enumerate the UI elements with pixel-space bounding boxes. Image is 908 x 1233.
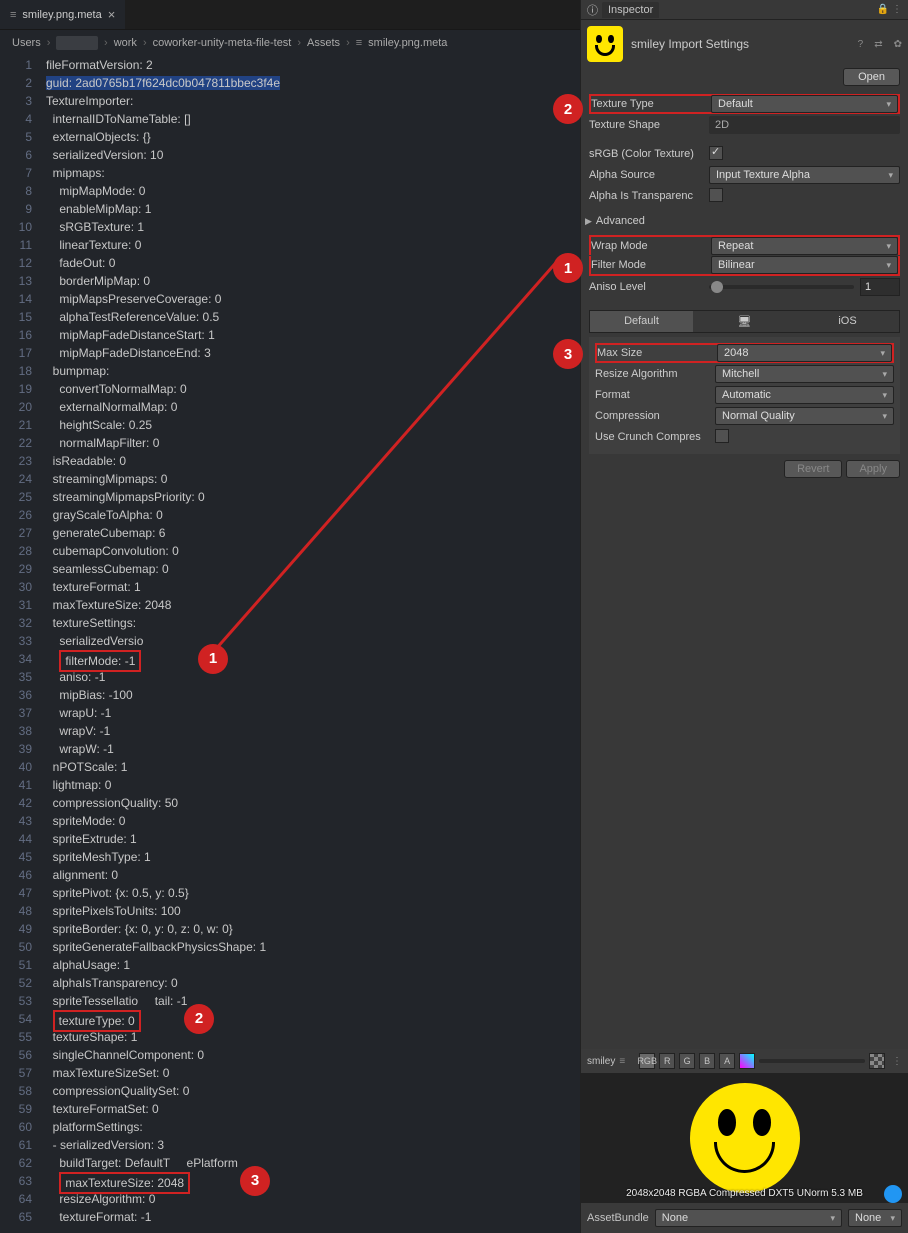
editor-tab-bar: ≡ smiley.png.meta × <box>0 0 580 30</box>
advanced-label: Advanced <box>596 215 645 227</box>
filter-dropdown[interactable]: Bilinear <box>711 256 898 274</box>
crunch-label: Use Crunch Compres <box>595 431 715 443</box>
alpha-source-dropdown[interactable]: Input Texture Alpha <box>709 166 900 184</box>
texture-type-row: Texture Type Default <box>589 94 900 114</box>
mipmap-icon[interactable] <box>739 1053 755 1069</box>
bundle-variant-dropdown[interactable]: None <box>848 1209 902 1227</box>
code-lines[interactable]: fileFormatVersion: 2guid: 2ad0765b17f624… <box>46 56 580 1233</box>
channel-b[interactable]: B <box>699 1053 715 1069</box>
aniso-input[interactable] <box>860 278 900 296</box>
resize-label: Resize Algorithm <box>595 368 715 380</box>
texture-type-dropdown[interactable]: Default <box>711 95 898 113</box>
preset-icon[interactable]: ⇄ <box>874 39 882 50</box>
max-size-dropdown[interactable]: 2048 <box>717 344 892 362</box>
channel-g[interactable]: G <box>679 1053 695 1069</box>
settings-icon[interactable]: ✿ <box>894 39 902 50</box>
preview-menu-icon[interactable]: ⋮ <box>892 1056 902 1067</box>
apply-button[interactable]: Apply <box>846 460 900 478</box>
inspector-header: smiley Import Settings ? ⇄ ✿ <box>581 20 908 68</box>
cloud-icon[interactable] <box>884 1185 902 1203</box>
preview-image: 2048x2048 RGBA Compressed DXT5 UNorm 5.3… <box>581 1073 908 1203</box>
breadcrumb: Users› ›work›coworker-unity-meta-file-te… <box>0 30 580 56</box>
aniso-slider[interactable] <box>709 285 854 289</box>
platform-tab-ios[interactable]: iOS <box>796 311 899 332</box>
callout-2: 2 <box>553 94 583 124</box>
compression-label: Compression <box>595 410 715 422</box>
preview-caption: 2048x2048 RGBA Compressed DXT5 UNorm 5.3… <box>581 1188 908 1199</box>
aniso-label: Aniso Level <box>589 281 709 293</box>
alpha-trans-checkbox[interactable] <box>709 188 723 202</box>
texture-shape-row: Texture Shape 2D <box>589 115 900 135</box>
code-editor-pane: ≡ smiley.png.meta × Users› ›work›coworke… <box>0 0 580 1233</box>
resize-dropdown[interactable]: Mitchell <box>715 365 894 383</box>
preview-footer: smiley ≡ RGB R G B A ⋮ 2048x2048 RGBA Co… <box>581 1049 908 1233</box>
line-gutter: 1234567891011121314151617181920212223242… <box>0 56 46 1233</box>
callout-3: 3 <box>553 339 583 369</box>
chevron-right-icon: ▶ <box>585 216 592 227</box>
channel-r[interactable]: R <box>659 1053 675 1069</box>
asset-thumbnail <box>587 26 623 62</box>
texture-type-label: Texture Type <box>591 98 711 110</box>
wrap-label: Wrap Mode <box>591 240 711 252</box>
texture-shape-label: Texture Shape <box>589 119 709 131</box>
help-icon[interactable]: ? <box>858 39 864 50</box>
format-dropdown[interactable]: Automatic <box>715 386 894 404</box>
platform-tab-standalone[interactable]: 🖥 <box>693 311 796 332</box>
format-label: Format <box>595 389 715 401</box>
mip-slider[interactable] <box>759 1059 865 1063</box>
inspector-tab-bar: ⓘ Inspector 🔒 ⋮ <box>581 0 908 20</box>
asset-title: smiley Import Settings <box>631 37 847 51</box>
texture-shape-value: 2D <box>709 116 900 134</box>
platform-tab-default[interactable]: Default <box>590 311 693 332</box>
menu-icon[interactable]: ⋮ <box>892 4 902 15</box>
open-button[interactable]: Open <box>843 68 900 86</box>
max-size-label: Max Size <box>597 347 717 359</box>
tab-title: smiley.png.meta <box>22 9 101 21</box>
srgb-checkbox[interactable] <box>709 146 723 160</box>
crunch-checkbox[interactable] <box>715 429 729 443</box>
close-icon[interactable]: × <box>108 7 116 22</box>
drag-handle-icon[interactable]: ≡ <box>619 1056 625 1067</box>
bundle-label: AssetBundle <box>587 1212 649 1224</box>
advanced-foldout[interactable]: ▶ Advanced <box>581 211 908 231</box>
channel-rgb[interactable]: RGB <box>639 1053 655 1069</box>
alpha-source-label: Alpha Source <box>589 169 709 181</box>
lock-icon[interactable]: 🔒 <box>877 4 889 15</box>
revert-button[interactable]: Revert <box>784 460 842 478</box>
inspector-pane: ⓘ Inspector 🔒 ⋮ smiley Import Settings ?… <box>580 0 908 1233</box>
editor-tab[interactable]: ≡ smiley.png.meta × <box>0 0 125 29</box>
checker-icon[interactable] <box>869 1053 885 1069</box>
callout-1: 1 <box>553 253 583 283</box>
file-icon: ≡ <box>10 9 16 21</box>
inspector-tab[interactable]: Inspector <box>602 2 659 18</box>
alpha-trans-label: Alpha Is Transparenc <box>589 190 709 202</box>
wrap-dropdown[interactable]: Repeat <box>711 237 898 255</box>
code-area[interactable]: 1234567891011121314151617181920212223242… <box>0 56 580 1233</box>
filter-label: Filter Mode <box>591 259 711 271</box>
bundle-dropdown[interactable]: None <box>655 1209 842 1227</box>
compression-dropdown[interactable]: Normal Quality <box>715 407 894 425</box>
srgb-label: sRGB (Color Texture) <box>589 148 709 160</box>
preview-name: smiley <box>587 1056 615 1067</box>
info-icon: ⓘ <box>587 2 598 18</box>
platform-tabs: Default 🖥 iOS <box>589 310 900 333</box>
channel-a[interactable]: A <box>719 1053 735 1069</box>
